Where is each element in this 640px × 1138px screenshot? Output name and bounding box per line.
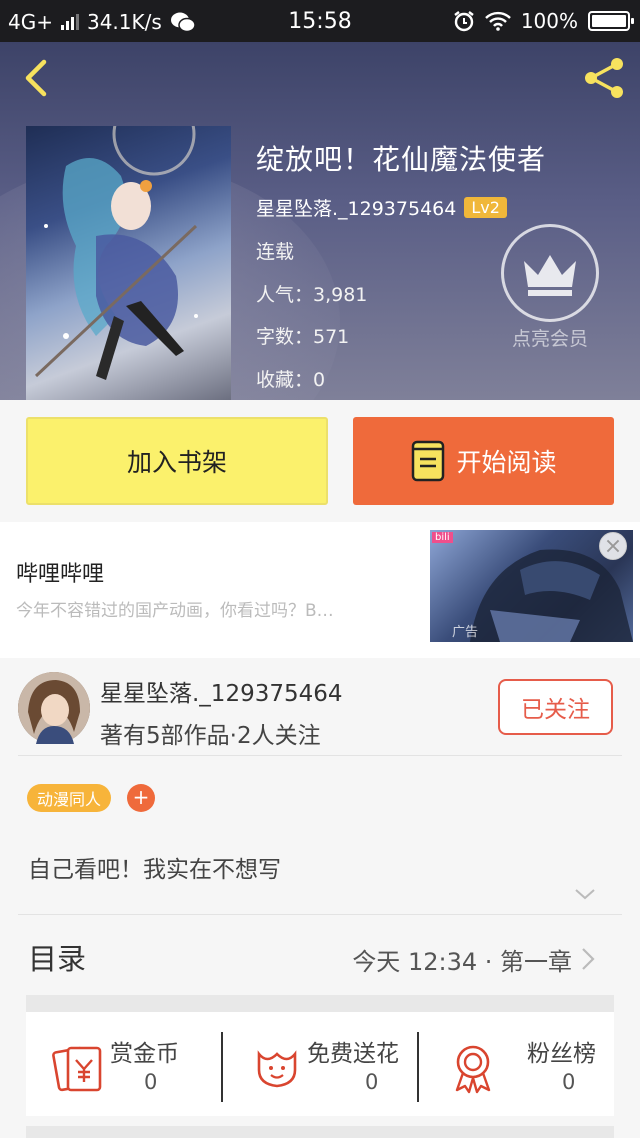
reward-coin-button[interactable]: 赏金币 0 (26, 1012, 222, 1116)
popularity-count: 人气：3,981 (256, 284, 368, 306)
reward-coin-count: 0 (144, 1070, 158, 1094)
book-title: 绽放吧！花仙魔法使者 (256, 143, 547, 176)
vip-label: 点亮会员 (511, 328, 588, 350)
tag-label: 动漫同人 (37, 790, 102, 809)
start-reading-button[interactable]: 开始阅读 (353, 417, 614, 505)
start-reading-label: 开始阅读 (456, 448, 557, 477)
serial-status: 连载 (256, 241, 295, 263)
ad-tag: 广告 (452, 625, 479, 640)
cover-artwork (34, 126, 198, 380)
book-cover[interactable] (26, 126, 231, 400)
battery-percent: 100% (520, 9, 578, 33)
add-to-shelf-label: 加入书架 (126, 448, 227, 477)
reward-coin-label: 赏金币 (110, 1041, 179, 1067)
app-logo-icon: bili (432, 532, 453, 543)
battery-icon (588, 11, 634, 31)
tag-chip[interactable]: 动漫同人 (27, 784, 112, 812)
rewards-bar: 赏金币 0 免费送花 0 粉丝榜 0 (26, 1012, 614, 1116)
author-stats: 著有5部作品·2人关注 (100, 723, 321, 749)
reward-flower-button[interactable]: 免费送花 0 (223, 1012, 419, 1116)
author-section: 星星坠落._129375464 著有5部作品·2人关注 已关注 动漫同人 + 自… (0, 658, 640, 1138)
level-badge: Lv2 (464, 197, 507, 218)
fan-ranking-count: 0 (562, 1070, 576, 1094)
vip-button[interactable]: 点亮会员 (500, 224, 600, 351)
back-arrow-icon[interactable] (18, 56, 54, 100)
add-tag-button[interactable]: + (127, 784, 155, 812)
book-description: 自己看吧！我实在不想写 (28, 857, 281, 883)
fan-ranking-label: 粉丝榜 (527, 1041, 596, 1067)
ad-title: 哔哩哔哩 (16, 562, 105, 587)
coin-envelope-icon (52, 1046, 102, 1092)
latest-chapter: 今天 12:34 · 第一章 (352, 948, 572, 976)
action-bar: 加入书架 开始阅读 (0, 400, 640, 522)
word-count: 字数：571 (256, 326, 350, 348)
ad-banner[interactable]: 哔哩哔哩 今年不容错过的国产动画，你看过吗？B… bili 广告 (0, 522, 640, 658)
crown-icon (524, 255, 576, 296)
reward-flower-label: 免费送花 (307, 1041, 399, 1067)
chevron-right-icon (582, 948, 595, 970)
status-bar: 4G+ 34.1K/s 15:58 100% (0, 0, 640, 42)
favorites-count: 收藏：0 (256, 369, 326, 391)
avatar[interactable] (18, 672, 90, 744)
alarm-icon (454, 11, 474, 32)
chevron-down-icon[interactable] (574, 886, 596, 902)
book-icon (412, 440, 445, 482)
ad-image[interactable]: bili 广告 (430, 530, 633, 642)
author-card-name[interactable]: 星星坠落._129375464 (100, 674, 343, 708)
table-of-contents-row[interactable]: 目录 今天 12:34 · 第一章 (0, 916, 640, 996)
close-icon[interactable] (599, 532, 627, 560)
avatar-artwork (18, 672, 90, 744)
follow-button[interactable]: 已关注 (498, 679, 613, 735)
wifi-icon (484, 11, 511, 31)
add-to-shelf-button[interactable]: 加入书架 (26, 417, 328, 505)
fan-ranking-button[interactable]: 粉丝榜 0 (419, 1012, 615, 1116)
divider (18, 914, 622, 915)
share-icon[interactable] (580, 54, 628, 102)
divider (18, 755, 622, 756)
book-header: 绽放吧！花仙魔法使者 星星坠落._129375464 Lv2 连载 人气：3,9… (0, 42, 640, 400)
book-author[interactable]: 星星坠落._129375464 Lv2 (256, 194, 507, 221)
author-name[interactable]: 星星坠落._129375464 (256, 194, 456, 221)
section-separator (26, 1126, 614, 1138)
follow-label: 已关注 (521, 697, 590, 723)
ribbon-medal-icon (455, 1045, 491, 1094)
toc-header: 目录 (28, 942, 87, 976)
ad-subtitle: 今年不容错过的国产动画，你看过吗？B… (16, 601, 334, 621)
section-separator (26, 995, 614, 1013)
reward-flower-count: 0 (365, 1070, 379, 1094)
flower-icon (257, 1050, 297, 1088)
